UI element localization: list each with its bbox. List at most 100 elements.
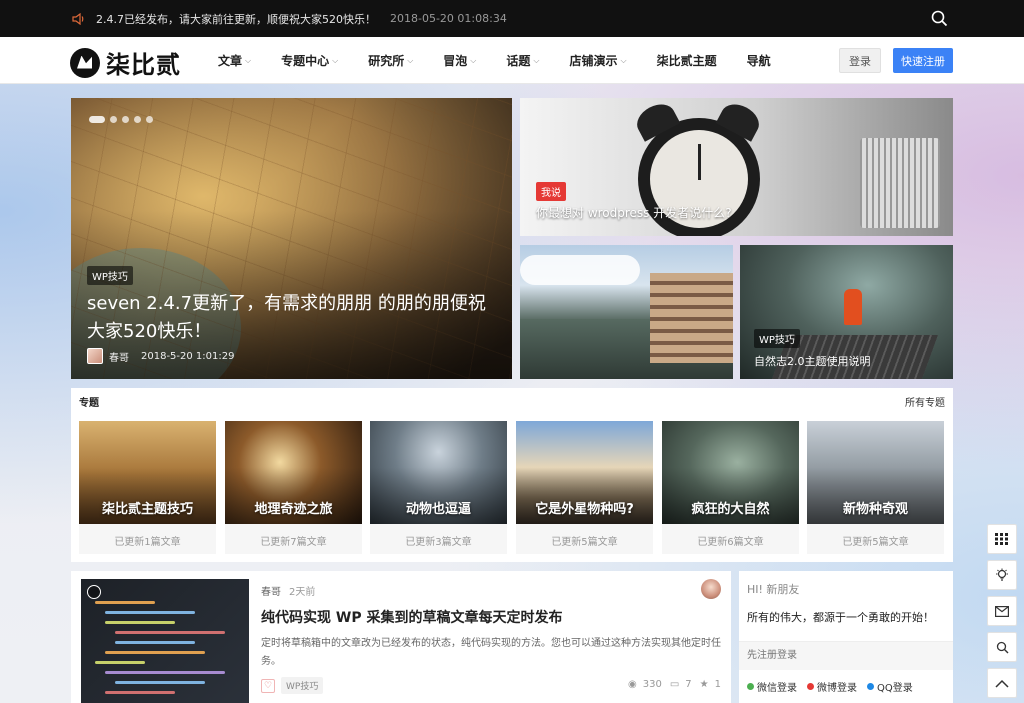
topic-count: 已更新5篇文章 [551,537,618,548]
pencil-cup-image [860,138,940,228]
nav-item-navigation[interactable]: 导航 [747,52,771,69]
qq-login[interactable]: QQ登录 [867,679,913,694]
chevron-down-icon: ⌵ [245,55,252,65]
search-icon[interactable] [987,632,1017,662]
nav-item-topics[interactable]: 话题 ⌵ [506,52,539,69]
slider-dot[interactable] [122,116,129,123]
post-title[interactable]: 纯代码实现 WP 采集到的草稿文章每天定时发布 [261,607,562,627]
post-author[interactable]: 春哥 [261,583,281,598]
grid-icon[interactable] [987,524,1017,554]
topic-card[interactable]: 新物种奇观 已更新5篇文章 [807,421,944,554]
welcome-greeting: HI! 新朋友 [747,583,800,596]
register-prompt[interactable]: 先注册登录 [739,642,953,670]
comment-icon: ▭ [669,679,680,690]
topic-card[interactable]: 动物也逗逼 已更新3篇文章 [370,421,507,554]
mail-icon[interactable] [987,596,1017,626]
slider-dot[interactable] [110,116,117,123]
hero-meta: 春哥 2018-5-20 1:01:29 [87,348,234,364]
logo-text: 柒比贰 [106,51,181,79]
topic-name: 地理奇迹之旅 [254,502,333,517]
topic-card[interactable]: 疯狂的大自然 已更新6篇文章 [662,421,799,554]
hero-card-title[interactable]: 你最想对 wrodpress 开发者说什么? [536,204,732,221]
post-stats: ◉ 330 ▭ 7 ★ 1 [628,679,721,690]
notice-time: 2018-05-20 01:08:34 [389,12,507,25]
format-icon [87,585,101,599]
cloud-image [520,255,640,285]
star-icon: ★ [699,679,709,690]
topic-count: 已更新3篇文章 [405,537,472,548]
topic-count: 已更新1篇文章 [114,537,181,548]
topics-section: 专题 所有专题 柒比贰主题技巧 已更新1篇文章 地理奇迹之旅 已更新7篇文章 动… [71,388,953,562]
weibo-login[interactable]: 微博登录 [807,679,857,694]
topic-card[interactable]: 地理奇迹之旅 已更新7篇文章 [225,421,362,554]
like-count: 1 [714,679,721,690]
section-title: 专题 [79,398,99,409]
main-nav: 文章 ⌵ 专题中心 ⌵ 研究所 ⌵ 冒泡 ⌵ 话题 ⌵ 店铺演示 ⌵ 柒比贰主题 导航 [218,37,801,84]
slider-dot[interactable] [134,116,141,123]
person-image [844,289,862,325]
weibo-icon [807,683,814,690]
speaker-icon [72,12,88,26]
hero-card-tag[interactable]: WP技巧 [754,329,800,348]
nav-item-articles[interactable]: 文章 ⌵ [218,52,251,69]
eye-icon: ◉ [628,679,637,690]
wechat-login[interactable]: 微信登录 [747,679,797,694]
hero-card-bottom-left[interactable] [520,245,733,379]
topic-card[interactable]: 它是外星物种吗? 已更新5篇文章 [516,421,653,554]
top-notice-bar: 2.4.7已经发布，请大家前往更新，顺便祝大家520快乐！ 2018-05-20… [0,0,1024,37]
avatar[interactable] [701,579,721,599]
welcome-motto: 所有的伟大，都源于一个勇敢的开始！ [747,611,934,624]
topic-count: 已更新6篇文章 [697,537,764,548]
logo-icon [70,47,100,78]
qq-icon [867,683,874,690]
hero-title[interactable]: seven 2.4.7更新了，有需求的朋朋 的朋的朋便祝大家520快乐！ [87,290,487,346]
slider-dot[interactable] [89,116,105,123]
topic-name: 动物也逗逼 [405,502,471,517]
chevron-down-icon: ⌵ [533,55,540,65]
register-button[interactable]: 快速注册 [893,48,953,73]
nav-item-theme[interactable]: 柒比贰主题 [657,52,717,69]
topic-card[interactable]: 柒比贰主题技巧 已更新1篇文章 [79,421,216,554]
hero-date: 2018-5-20 1:01:29 [141,350,235,362]
topic-count: 已更新5篇文章 [842,537,909,548]
hero-card-bottom-right[interactable]: WP技巧 自然志2.0主题使用说明 [740,245,953,379]
search-icon[interactable] [931,10,948,27]
hero-card-tag[interactable]: 我说 [536,182,566,201]
site-logo[interactable]: 柒比贰 [70,45,181,80]
login-button[interactable]: 登录 [839,48,881,73]
heart-icon[interactable]: ♡ [261,678,275,693]
slider-dots [89,116,158,123]
notice-text[interactable]: 2.4.7已经发布，请大家前往更新，顺便祝大家520快乐！ [96,11,376,27]
post-excerpt: 定时将草稿箱中的文章改为已经发布的状态，纯代码实现的方法。您也可以通过这种方法实… [261,638,721,667]
hero-card-title[interactable]: 自然志2.0主题使用说明 [754,353,871,369]
welcome-widget: HI! 新朋友 所有的伟大，都源于一个勇敢的开始！ 先注册登录 微信登录 微博登… [739,571,953,703]
bulb-icon[interactable] [987,560,1017,590]
topic-count: 已更新7篇文章 [260,537,327,548]
topic-name: 新物种奇观 [842,502,908,517]
social-logins: 微信登录 微博登录 QQ登录 [747,679,923,694]
post-time: 2天前 [289,587,316,598]
nav-item-institute[interactable]: 研究所 ⌵ [368,52,413,69]
nav-item-shop-demo[interactable]: 店铺演示 ⌵ [569,52,626,69]
post-footer: ♡ WP技巧 [261,677,324,694]
avatar[interactable] [87,348,103,364]
hero-author[interactable]: 春哥 [109,349,129,364]
comment-count: 7 [685,679,692,690]
nav-item-topic-center[interactable]: 专题中心 ⌵ [281,52,338,69]
nav-item-bubble[interactable]: 冒泡 ⌵ [443,52,476,69]
hero-tag[interactable]: WP技巧 [87,266,133,285]
hero-slider[interactable]: WP技巧 seven 2.4.7更新了，有需求的朋朋 的朋的朋便祝大家520快乐… [71,98,512,379]
village-image [650,273,733,363]
slider-dot[interactable] [146,116,153,123]
all-topics-link[interactable]: 所有专题 [905,394,945,409]
wechat-icon [747,683,754,690]
chevron-down-icon: ⌵ [407,55,414,65]
post-card[interactable]: 春哥 2天前 纯代码实现 WP 采集到的草稿文章每天定时发布 定时将草稿箱中的文… [71,571,731,703]
post-tag[interactable]: WP技巧 [281,677,324,694]
arrow-up-icon[interactable] [987,668,1017,698]
hero-card-top-right[interactable]: 我说 你最想对 wrodpress 开发者说什么? [520,98,953,236]
chevron-down-icon: ⌵ [620,55,627,65]
site-header: 柒比贰 文章 ⌵ 专题中心 ⌵ 研究所 ⌵ 冒泡 ⌵ 话题 ⌵ 店铺演示 ⌵ 柒比贰主题 导… [0,37,1024,84]
post-thumbnail[interactable] [81,579,249,703]
topic-name: 柒比贰主题技巧 [101,502,193,517]
